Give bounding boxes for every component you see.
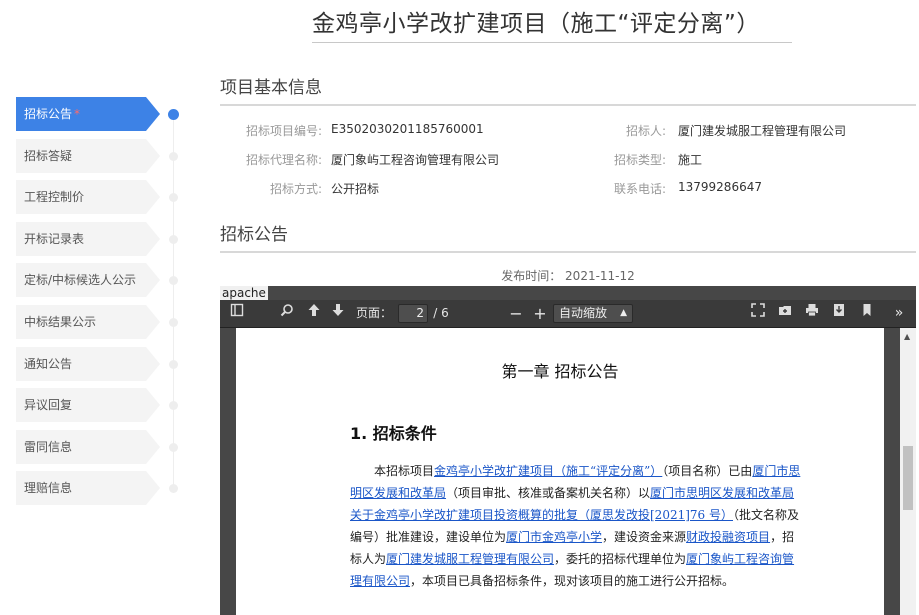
next-page-icon[interactable] [327,300,349,327]
tenderer-label: 招标人: [625,124,666,138]
sidebar-item-label: 理赔信息 [24,481,73,495]
type-value: 施工 [678,153,703,167]
method-label: 招标方式: [269,182,322,196]
publish-time: 发布时间： 2021-11-12 [220,267,916,284]
open-file-icon[interactable] [774,300,796,327]
timeline-dot [169,193,178,202]
section-title-notice: 招标公告 [220,225,288,245]
sidebar-item-label: 通知公告 [24,357,73,371]
sidebar-item-claims[interactable]: 理赔信息 [16,471,160,505]
doc-paragraph: 本招标项目金鸡亭小学改扩建项目（施工“评定分离”）（项目名称）已由厦门市思明区发… [350,460,802,592]
doc-text: 本招标项目 [374,464,435,478]
doc-underline-funding: 财政投融资项目 [686,530,771,544]
timeline-dot [169,276,178,285]
agent-label: 招标代理名称: [245,153,322,167]
doc-underline-builder: 厦门市金鸡亭小学 [506,530,603,544]
sidebar-item-control-price[interactable]: 工程控制价 [16,180,160,214]
page-number-input[interactable]: 2 [398,304,428,323]
section-divider [220,104,916,106]
download-icon[interactable] [828,300,850,327]
fullscreen-icon[interactable] [747,300,769,327]
frame-label: apache [220,286,268,300]
doc-text: ，本项目已具备招标条件，现对该项目的施工进行公开招标。 [410,574,735,588]
zoom-select[interactable]: 自动缩放 ▲ [553,304,633,323]
timeline-dot [169,318,178,327]
zoom-value: 自动缩放 [559,306,608,320]
doc-text: （项目审批、核准或备案机关名称）以 [446,486,651,500]
bookmark-icon[interactable] [856,300,878,327]
sidebar-item-result[interactable]: 中标结果公示 [16,305,160,339]
scrollbar-thumb[interactable] [903,446,913,510]
sidebar-item-label: 招标答疑 [24,149,73,163]
sidebar-item-notices[interactable]: 通知公告 [16,347,160,381]
chevron-updown-icon: ▲ [620,308,627,318]
timeline-dot [169,152,178,161]
project-no-label: 招标项目编号: [245,124,322,138]
sidebar-item-label: 工程控制价 [24,190,85,204]
zoom-in-icon[interactable]: + [529,300,551,327]
timeline-dot [169,401,178,410]
sidebar-item-label: 定标/中标候选人公示 [24,273,137,287]
publish-date: 2021-11-12 [565,269,635,283]
zoom-out-icon[interactable]: − [505,300,527,327]
doc-underline-project: 金鸡亭小学改扩建项目（施工“评定分离”） [434,464,663,478]
search-icon[interactable] [276,300,298,327]
sidebar-item-label: 中标结果公示 [24,315,97,329]
sidebar-toggle-icon[interactable] [226,300,248,327]
sidebar-item-similarity[interactable]: 雷同信息 [16,430,160,464]
sidebar-item-bid-notice[interactable]: 招标公告 * [16,97,160,131]
method-value: 公开招标 [331,182,380,196]
phone-label: 联系电话: [613,182,666,196]
doc-chapter-title: 第一章 招标公告 [501,362,619,381]
sidebar-item-objection[interactable]: 异议回复 [16,388,160,422]
timeline-dot [169,360,178,369]
publish-label: 发布时间： [501,269,562,283]
pdf-page: 第一章 招标公告 1. 招标条件 本招标项目金鸡亭小学改扩建项目（施工“评定分离… [236,328,884,615]
phone-value: 13799286647 [678,180,762,194]
timeline-dot [169,235,178,244]
timeline-dot-active [168,109,179,120]
doc-text: ，建设资金来源 [602,530,687,544]
agent-value: 厦门象屿工程咨询管理有限公司 [331,153,500,167]
previous-page-icon[interactable] [303,300,325,327]
sidebar-item-label: 雷同信息 [24,440,73,454]
sidebar-item-qa[interactable]: 招标答疑 [16,139,160,173]
doc-section-heading: 1. 招标条件 [350,424,437,443]
sidebar-item-label: 开标记录表 [24,232,85,246]
pdf-scrollbar[interactable]: ▲ [900,328,916,615]
pdf-viewer[interactable]: 页面： 2 / 6 − + 自动缩放 ▲ » 第一章 招标公告 1. 招标条件 本… [220,286,916,615]
type-label: 招标类型: [613,153,666,167]
timeline-dot [169,484,178,493]
doc-text: ，委托的招标代理单位为 [554,552,687,566]
timeline-line [173,114,174,490]
scroll-up-icon[interactable]: ▲ [904,332,910,341]
tenderer-value: 厦门建发城服工程管理有限公司 [678,124,847,138]
timeline-dot [169,443,178,452]
sidebar-item-label: 异议回复 [24,398,73,412]
page-total: / 6 [433,306,449,320]
page-title: 金鸡亭小学改扩建项目（施工“评定分离”） [312,11,760,37]
project-no-value: E3502030201185760001 [331,122,484,136]
page-label: 页面： [355,306,392,320]
doc-text: （项目名称）已由 [662,464,753,478]
active-marker: * [74,107,81,121]
title-divider [312,42,792,43]
section-divider [220,251,916,253]
pdf-toolbar: 页面： 2 / 6 − + 自动缩放 ▲ » [220,300,916,328]
section-title-project-info: 项目基本信息 [220,78,322,98]
sidebar-item-label: 招标公告 [24,107,73,121]
print-icon[interactable] [801,300,823,327]
sidebar-item-opening-record[interactable]: 开标记录表 [16,222,160,256]
sidebar-item-candidates[interactable]: 定标/中标候选人公示 [16,263,160,297]
doc-underline-tenderer: 厦门建发城服工程管理有限公司 [386,552,555,566]
tools-menu-icon[interactable]: » [888,300,910,327]
